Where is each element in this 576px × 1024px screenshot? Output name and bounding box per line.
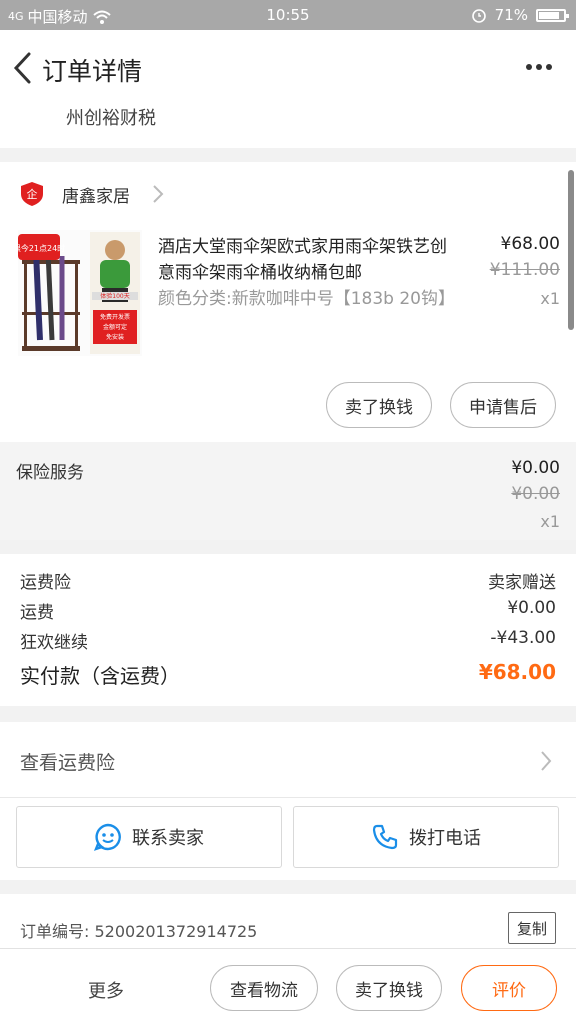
freight-value: ¥0.00 <box>507 598 556 618</box>
address-text: 州创裕财税 <box>66 108 156 129</box>
insurance-price: ¥0.00 <box>511 458 560 478</box>
product-original-price: ¥111.00 <box>489 260 560 280</box>
shop-header[interactable]: 企 唐鑫家居 <box>0 162 576 224</box>
contact-seller-label: 联系卖家 <box>132 828 204 849</box>
chevron-right-icon <box>153 185 164 203</box>
page-title: 订单详情 <box>42 57 143 86</box>
phone-icon <box>372 824 398 850</box>
product-title[interactable]: 酒店大堂雨伞架欧式家用雨伞架铁艺创意雨伞架雨伞桶收纳桶包邮 <box>158 234 456 286</box>
freight-label: 运费 <box>20 603 54 623</box>
sell-for-cash-bottom-button[interactable]: 卖了换钱 <box>336 965 442 1011</box>
insurance-label: 保险服务 <box>16 463 84 483</box>
more-button[interactable]: 更多 <box>88 977 124 1003</box>
view-freight-insurance-label: 查看运费险 <box>20 752 116 774</box>
shop-name: 唐鑫家居 <box>62 187 130 207</box>
freight-insurance-label: 运费险 <box>20 573 71 593</box>
product-sku: 颜色分类:新款咖啡中号【183b 20钩】 <box>158 289 456 309</box>
copy-order-number-button[interactable]: 复制 <box>508 912 556 944</box>
insurance-original-price: ¥0.00 <box>511 484 560 504</box>
sell-for-cash-button[interactable]: 卖了换钱 <box>326 382 432 428</box>
product-price: ¥68.00 <box>500 234 560 254</box>
view-logistics-button[interactable]: 查看物流 <box>210 965 318 1011</box>
after-sale-button[interactable]: 申请售后 <box>450 382 556 428</box>
promo-value: -¥43.00 <box>490 628 556 648</box>
chevron-right-icon <box>541 751 552 771</box>
status-bar: 4G 中国移动 10:55 71% <box>0 0 576 30</box>
chat-face-icon <box>94 823 121 851</box>
promo-label: 狂欢继续 <box>20 633 88 653</box>
svg-text:免安装: 免安装 <box>106 333 124 341</box>
contact-area: 联系卖家 拨打电话 <box>0 798 576 880</box>
back-icon[interactable] <box>6 48 38 88</box>
call-label: 拨打电话 <box>409 828 481 849</box>
product-image[interactable]: 限今21点24时 体验100天 免费开发票 金额可定 免安装 <box>18 230 142 356</box>
insurance-service: 保险服务 ¥0.00 ¥0.00 x1 <box>0 442 576 540</box>
status-right: 71% <box>471 6 569 24</box>
battery-percent: 71% <box>494 6 528 24</box>
shop-card: 企 唐鑫家居 限今21点24时 体验100天 免费开发票 金额可定 免安装 酒店… <box>0 162 576 442</box>
insurance-quantity: x1 <box>540 512 560 531</box>
battery-icon <box>536 8 569 22</box>
order-number: 订单编号: 5200201372914725 <box>20 922 258 941</box>
more-options-icon[interactable] <box>526 64 552 70</box>
alarm-icon <box>471 9 486 23</box>
fee-row-freight: 运费 ¥0.00 <box>20 598 556 623</box>
svg-text:限今21点24时: 限今21点24时 <box>18 243 65 253</box>
total-value: ¥68.00 <box>478 660 556 684</box>
shop-logo-icon: 企 <box>21 182 43 206</box>
scrollbar[interactable] <box>568 170 574 330</box>
svg-text:免费开发票: 免费开发票 <box>100 313 130 321</box>
address-strip: 州创裕财税 <box>0 100 576 148</box>
nav-bar: 订单详情 <box>0 30 576 106</box>
call-button[interactable]: 拨打电话 <box>293 806 559 868</box>
order-info: 订单编号: 5200201372914725 复制 <box>0 894 576 954</box>
review-button[interactable]: 评价 <box>461 965 557 1011</box>
svg-text:企: 企 <box>27 187 38 201</box>
product-quantity: x1 <box>540 289 560 308</box>
total-label: 实付款（含运费） <box>20 664 180 688</box>
contact-seller-button[interactable]: 联系卖家 <box>16 806 282 868</box>
view-freight-insurance-row[interactable]: 查看运费险 <box>0 722 576 798</box>
svg-text:体验100天: 体验100天 <box>100 292 129 300</box>
fee-row-freight-insurance: 运费险 卖家赠送 <box>20 568 556 593</box>
bottom-action-bar: 更多 查看物流 卖了换钱 评价 <box>0 948 576 1024</box>
freight-insurance-value: 卖家赠送 <box>488 573 556 593</box>
fee-summary: 运费险 卖家赠送 运费 ¥0.00 狂欢继续 -¥43.00 实付款（含运费） … <box>0 554 576 706</box>
fee-row-total: 实付款（含运费） ¥68.00 <box>20 660 556 690</box>
svg-text:金额可定: 金额可定 <box>103 323 127 331</box>
fee-row-promo: 狂欢继续 -¥43.00 <box>20 628 556 653</box>
